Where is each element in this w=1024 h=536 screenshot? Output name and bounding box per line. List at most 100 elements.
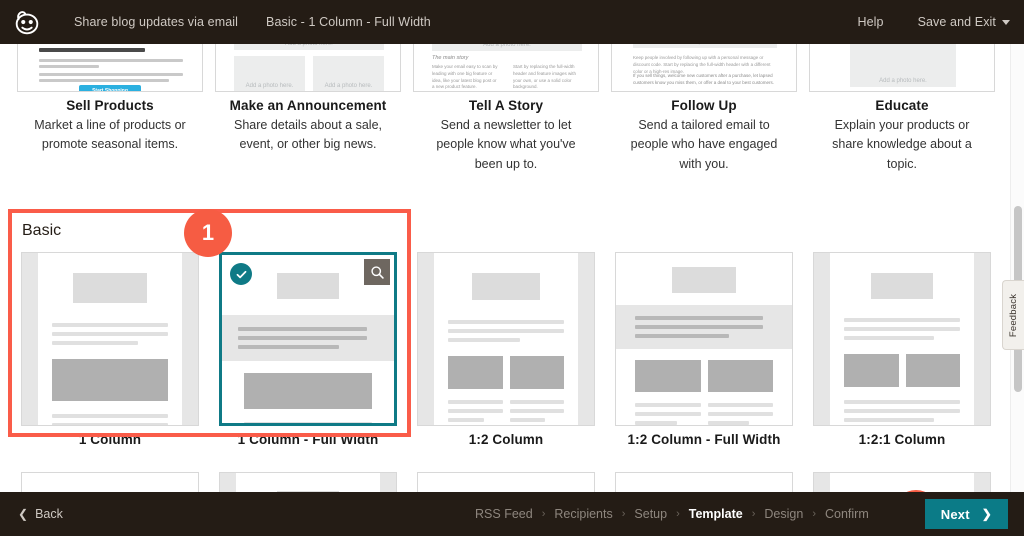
template-card-1-column-full-width[interactable]: 1 Column - Full Width: [219, 252, 397, 447]
step-separator-icon: ›: [541, 508, 546, 520]
step-rss-feed[interactable]: RSS Feed: [475, 507, 533, 521]
top-bar-actions: Help Save and Exit: [823, 15, 1024, 29]
step-template[interactable]: Template: [689, 507, 743, 521]
photo-placeholder-label: Add a photo here.: [234, 56, 305, 91]
category-thumbnail: Add a photo here. Start Shopping: [17, 44, 203, 92]
magnifier-icon[interactable]: [364, 259, 390, 285]
wizard-step-breadcrumb: RSS Feed › Recipients › Setup › Template…: [475, 507, 869, 521]
template-card-1-column[interactable]: 1 Column: [21, 252, 199, 447]
chevron-right-icon: ❯: [981, 507, 992, 521]
template-card-partial[interactable]: [21, 472, 199, 492]
category-thumbnail: Add a photo here. Add a photo here. Add …: [215, 44, 401, 92]
category-card-make-an-announcement[interactable]: Add a photo here. Add a photo here. Add …: [215, 44, 401, 155]
template-label: 1:2:1 Column: [858, 432, 946, 447]
photo-placeholder-label: Add a photo here.: [432, 44, 582, 51]
save-and-exit-menu[interactable]: Save and Exit: [918, 15, 1010, 29]
next-label: Next: [940, 506, 970, 522]
step-setup[interactable]: Setup: [634, 507, 667, 521]
template-card-partial[interactable]: [219, 472, 397, 492]
top-navigation-bar: Share blog updates via email Basic - 1 C…: [0, 0, 1024, 44]
category-description: Send a tailored email to people who have…: [630, 118, 778, 171]
template-thumbnail: [813, 472, 991, 492]
template-card-1-2-column-full-width[interactable]: 1:2 Column - Full Width: [615, 252, 793, 447]
back-label: Back: [35, 507, 63, 521]
template-cta-button-label: Start Shopping: [79, 85, 141, 91]
check-circle-icon: [230, 263, 252, 285]
template-gallery-scroll-area[interactable]: Add a photo here. Start Shopping Sell Pr…: [0, 44, 1024, 492]
template-card-1-2-column[interactable]: 1:2 Column: [417, 252, 595, 447]
basic-section-title: Basic: [22, 222, 62, 239]
category-description: Market a line of products or promote sea…: [34, 118, 186, 152]
feedback-tab[interactable]: Feedback: [1002, 280, 1024, 350]
template-breadcrumb: Basic - 1 Column - Full Width: [266, 15, 431, 29]
template-label: 1:2 Column: [468, 432, 544, 447]
category-description: Share details about a sale, event, or ot…: [233, 118, 383, 152]
step-design[interactable]: Design: [764, 507, 803, 521]
template-thumbnail-selected: [219, 252, 397, 426]
wireframe-one-two-col: [418, 253, 594, 425]
chevron-left-icon: ❮: [18, 507, 29, 521]
category-card-tell-a-story[interactable]: Add a photo here. The main story Make yo…: [413, 44, 599, 174]
template-card-partial[interactable]: [417, 472, 595, 492]
step-separator-icon: ›: [812, 508, 816, 520]
step-separator-icon: ›: [621, 508, 626, 520]
photo-placeholder-label: Add a photo here.: [313, 56, 384, 91]
template-body-left: Make your email easy to scan by leading …: [432, 64, 498, 90]
template-card-partial[interactable]: [813, 472, 991, 492]
feedback-tab-label: Feedback: [1008, 293, 1020, 337]
template-thumbnail: [615, 252, 793, 426]
category-thumbnail: Add a photo here. The main story Make yo…: [413, 44, 599, 92]
chevron-down-icon: [1002, 20, 1010, 26]
photo-placeholder-label: Add a photo here.: [633, 44, 777, 48]
bottom-navigation-bar: ❮ Back RSS Feed › Recipients › Setup › T…: [0, 492, 1024, 536]
template-thumbnail: [21, 472, 199, 492]
category-title: Tell A Story: [468, 98, 544, 113]
category-thumbnail: First, replace the logo and change the f…: [809, 44, 995, 92]
annotation-number: 1: [201, 220, 215, 245]
wireframe-one-two-col-full: [616, 267, 792, 425]
template-body-2: If you sell things, welcome new customer…: [633, 73, 774, 86]
category-title: Make an Announcement: [229, 98, 387, 113]
campaign-name-label: Share blog updates via email: [74, 15, 239, 29]
category-description: Send a newsletter to let people know wha…: [436, 118, 576, 171]
photo-placeholder-label: Add a photo here.: [234, 44, 384, 50]
mailchimp-freddie-logo-icon[interactable]: [0, 7, 54, 37]
step-separator-icon: ›: [751, 508, 756, 520]
wireframe-one-col-full: [222, 273, 394, 423]
category-title: Sell Products: [66, 98, 154, 113]
category-card-educate[interactable]: First, replace the logo and change the f…: [809, 44, 995, 174]
template-picker-screen: Share blog updates via email Basic - 1 C…: [0, 0, 1024, 536]
help-link[interactable]: Help: [857, 15, 883, 29]
template-label: 1:2 Column - Full Width: [627, 432, 781, 447]
wireframe-one-two-one-col: [814, 253, 990, 425]
save-and-exit-label: Save and Exit: [917, 15, 996, 29]
category-title: Educate: [875, 98, 929, 113]
annotation-marker-1: 1: [184, 209, 232, 257]
category-title: Follow Up: [671, 98, 737, 113]
template-card-partial[interactable]: [615, 472, 793, 492]
next-button-area: Next ❯: [924, 499, 1008, 529]
step-confirm[interactable]: Confirm: [825, 507, 869, 521]
template-label: 1 Column: [78, 432, 142, 447]
template-thumbnail: [21, 252, 199, 426]
template-thumbnail: [813, 252, 991, 426]
template-card-1-2-1-column[interactable]: 1:2:1 Column: [813, 252, 991, 447]
step-recipients[interactable]: Recipients: [554, 507, 612, 521]
template-label: 1 Column - Full Width: [237, 432, 379, 447]
template-body-right: Start by replacing the full-width header…: [513, 64, 577, 90]
template-heading: The main story: [432, 55, 469, 61]
template-thumbnail: [615, 472, 793, 492]
wireframe-one-col: [22, 253, 198, 425]
category-thumbnail: Add a photo here. Keep people involved b…: [611, 44, 797, 92]
template-thumbnail: [219, 472, 397, 492]
photo-placeholder-label: Add a photo here.: [850, 44, 956, 87]
back-button[interactable]: ❮ Back: [18, 507, 63, 521]
category-card-sell-products[interactable]: Add a photo here. Start Shopping Sell Pr…: [17, 44, 203, 155]
vertical-scrollbar-track[interactable]: [1010, 44, 1024, 492]
category-card-follow-up[interactable]: Add a photo here. Keep people involved b…: [611, 44, 797, 174]
template-thumbnail: [417, 472, 595, 492]
step-separator-icon: ›: [676, 508, 680, 520]
template-thumbnail: [417, 252, 595, 426]
category-description: Explain your products or share knowledge…: [832, 118, 972, 171]
next-button[interactable]: Next ❯: [924, 499, 1008, 529]
